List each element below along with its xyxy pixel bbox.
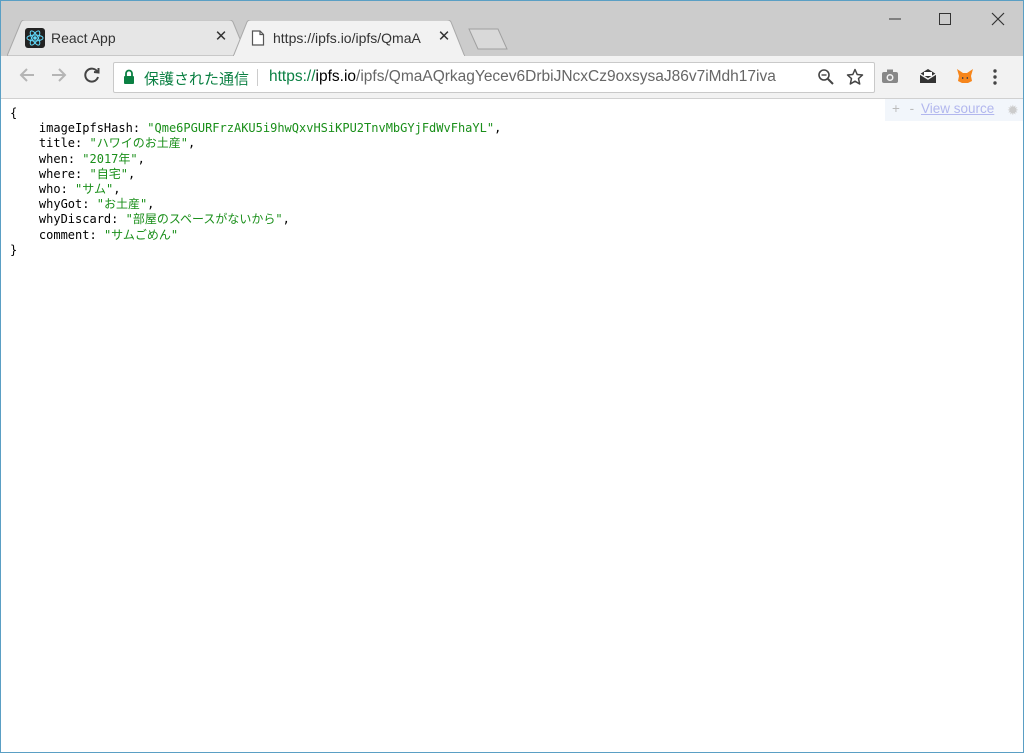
- url-text[interactable]: https://ipfs.io/ipfs/QmaAQrkagYecev6Drbi…: [269, 68, 776, 86]
- title-bar: React App ✕ https://ipfs.io/ipfs/QmaA ✕: [1, 1, 1023, 57]
- json-key: title: [38, 136, 76, 151]
- metamask-fox-icon[interactable]: [956, 68, 974, 89]
- json-viewer-controls: + - View source ✹: [885, 99, 1023, 121]
- json-comma: ,: [147, 197, 155, 212]
- json-key: comment: [38, 227, 90, 242]
- close-tab-icon[interactable]: ✕: [213, 29, 229, 45]
- json-string-value: "2017年": [82, 151, 138, 166]
- lock-icon[interactable]: [123, 69, 135, 90]
- secure-connection-label[interactable]: 保護された通信: [144, 68, 249, 89]
- tab-label: https://ipfs.io/ipfs/QmaA: [273, 30, 421, 46]
- page-content: { imageIpfsHash: "Qme6PGURFrzAKU5i9hwQxv…: [1, 99, 1023, 752]
- camera-icon[interactable]: [881, 68, 899, 89]
- url-host: ipfs.io: [315, 68, 357, 85]
- document-icon: [251, 30, 265, 51]
- browser-toolbar: 保護された通信 https://ipfs.io/ipfs/QmaAQrkagYe…: [1, 56, 1023, 99]
- url-path: /ipfs/QmaAQrkagYecev6DrbiJNcxCz9oxsysaJ8…: [356, 68, 776, 85]
- json-comma: ,: [137, 151, 145, 166]
- json-key: where: [38, 166, 76, 181]
- close-tab-icon[interactable]: ✕: [436, 29, 452, 45]
- back-arrow-icon[interactable]: [15, 65, 39, 89]
- json-string-value: "サムごめん": [103, 227, 179, 242]
- json-key: whyGot: [38, 197, 83, 212]
- url-scheme: https://: [269, 68, 316, 85]
- menu-kebab-icon[interactable]: [991, 68, 999, 91]
- json-comma: ,: [127, 166, 136, 181]
- close-window-icon[interactable]: [983, 7, 1013, 31]
- json-string-value: "お土産": [96, 197, 148, 212]
- gear-icon[interactable]: ✹: [1007, 102, 1019, 119]
- json-comma: ,: [494, 121, 502, 136]
- view-source-link[interactable]: View source: [921, 101, 994, 116]
- json-string-value: "自宅": [89, 166, 128, 181]
- json-key: when: [38, 151, 68, 166]
- zoom-icon[interactable]: [817, 68, 835, 91]
- json-string-value: "Qme6PGURFrzAKU5i9hwQxvHSiKPU2TnvMbGYjFd…: [147, 121, 495, 136]
- separator: [257, 69, 258, 86]
- json-comma: ,: [187, 136, 196, 151]
- react-icon: [25, 28, 45, 48]
- json-key: who: [38, 182, 61, 197]
- new-tab-button[interactable]: [468, 28, 510, 50]
- mail-extension-icon[interactable]: [919, 68, 937, 89]
- json-comma: ,: [113, 182, 121, 197]
- maximize-icon[interactable]: [930, 7, 960, 31]
- json-string-value: "ハワイのお土産": [89, 136, 188, 151]
- json-viewer: { imageIpfsHash: "Qme6PGURFrzAKU5i9hwQxv…: [10, 106, 502, 257]
- json-comma: ,: [282, 212, 290, 227]
- json-key: whyDiscard: [38, 212, 112, 227]
- json-close-brace: }: [10, 242, 18, 257]
- expand-collapse-controls: + -: [892, 101, 917, 116]
- json-key: imageIpfsHash: [38, 121, 133, 136]
- tab-label: React App: [51, 30, 116, 46]
- tab-react-app[interactable]: React App ✕: [7, 20, 247, 56]
- tab-ipfs[interactable]: https://ipfs.io/ipfs/QmaA ✕: [233, 20, 465, 57]
- collapse-all-button[interactable]: -: [910, 101, 918, 116]
- json-open-brace: {: [10, 106, 18, 120]
- json-string-value: "サム": [75, 182, 114, 197]
- address-bar[interactable]: 保護された通信 https://ipfs.io/ipfs/QmaAQrkagYe…: [113, 62, 875, 93]
- minimize-icon[interactable]: [880, 7, 910, 31]
- forward-arrow-icon[interactable]: [47, 65, 71, 89]
- reload-icon[interactable]: [80, 65, 104, 89]
- browser-window: React App ✕ https://ipfs.io/ipfs/QmaA ✕: [0, 0, 1024, 753]
- json-string-value: "部屋のスペースがないから": [125, 212, 283, 227]
- expand-all-button[interactable]: +: [892, 101, 903, 116]
- bookmark-star-icon[interactable]: [846, 68, 864, 91]
